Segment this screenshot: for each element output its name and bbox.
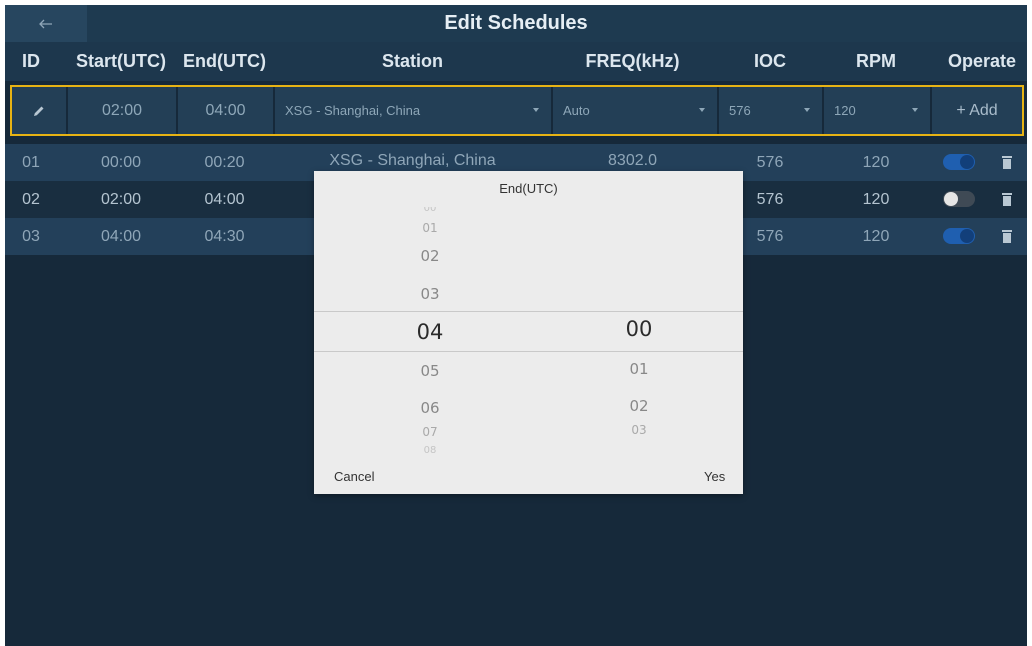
row-start: 04:00 xyxy=(100,228,142,245)
row-end: 04:00 xyxy=(204,191,245,208)
header-operate: Operate xyxy=(947,51,1017,71)
hour-option[interactable]: 01 xyxy=(400,221,460,235)
row-id: 01 xyxy=(22,154,40,171)
chevron-down-icon xyxy=(912,108,918,112)
dialog-title: End(UTC) xyxy=(314,171,743,207)
chevron-down-icon xyxy=(533,108,539,112)
freq-value: Auto xyxy=(563,103,590,118)
row-rpm: 120 xyxy=(862,191,890,208)
back-button[interactable] xyxy=(5,5,87,42)
rpm-dropdown[interactable]: 120 xyxy=(824,87,930,134)
end-time-input[interactable]: 04:00 xyxy=(178,87,273,134)
hour-option[interactable]: 08 xyxy=(400,445,460,456)
row-start: 00:00 xyxy=(100,154,142,171)
title-bar: Edit Schedules xyxy=(5,5,1027,42)
header-rpm: RPM xyxy=(856,51,896,71)
yes-button[interactable]: Yes xyxy=(704,469,725,484)
enable-toggle[interactable] xyxy=(943,228,975,244)
table-header: ID Start(UTC) End(UTC) Station FREQ(kHz)… xyxy=(5,42,1027,81)
minute-option[interactable]: 03 xyxy=(609,423,669,437)
header-end: End(UTC) xyxy=(183,51,266,71)
chevron-down-icon xyxy=(804,108,810,112)
hour-option[interactable]: 03 xyxy=(400,285,460,303)
selected-minute[interactable]: 00 xyxy=(609,317,669,341)
ioc-dropdown[interactable]: 576 xyxy=(719,87,822,134)
time-picker[interactable]: 00 01 02 03 04 05 06 07 08 00 01 02 03 xyxy=(314,207,743,459)
time-picker-dialog: End(UTC) 00 01 02 03 04 05 06 07 08 00 0… xyxy=(314,171,743,494)
rpm-value: 120 xyxy=(834,103,856,118)
header-freq: FREQ(kHz) xyxy=(585,51,680,71)
minute-option[interactable]: 02 xyxy=(609,397,669,415)
cancel-button[interactable]: Cancel xyxy=(334,469,374,484)
freq-dropdown[interactable]: Auto xyxy=(553,87,717,134)
row-id: 03 xyxy=(22,228,40,245)
edit-cell xyxy=(12,87,66,134)
row-end: 04:30 xyxy=(204,228,245,245)
add-schedule-row: 02:00 04:00 XSG - Shanghai, China Auto 5… xyxy=(10,85,1024,136)
header-start: Start(UTC) xyxy=(76,51,166,71)
delete-icon[interactable] xyxy=(1002,229,1012,243)
picker-divider xyxy=(314,351,743,352)
hour-option[interactable]: 00 xyxy=(400,207,460,214)
hour-option[interactable]: 06 xyxy=(400,399,460,417)
station-dropdown[interactable]: XSG - Shanghai, China xyxy=(275,87,551,134)
row-end: 00:20 xyxy=(204,154,245,171)
page-title: Edit Schedules xyxy=(444,12,588,34)
station-value: XSG - Shanghai, China xyxy=(285,103,421,118)
add-button[interactable]: + Add xyxy=(932,87,1022,134)
delete-icon[interactable] xyxy=(1002,192,1012,206)
hour-option[interactable]: 07 xyxy=(400,425,460,439)
row-rpm: 120 xyxy=(862,154,890,171)
schedule-screen: Edit Schedules ID Start(UTC) End(UTC) St… xyxy=(5,5,1027,646)
delete-icon[interactable] xyxy=(1002,155,1012,169)
row-id: 02 xyxy=(22,191,40,208)
enable-toggle[interactable] xyxy=(943,154,975,170)
back-arrow-icon xyxy=(39,19,52,28)
ioc-value: 576 xyxy=(729,103,751,118)
minute-option[interactable]: 01 xyxy=(609,360,669,378)
header-ioc: IOC xyxy=(753,51,786,71)
start-time-input[interactable]: 02:00 xyxy=(68,87,176,134)
row-start: 02:00 xyxy=(100,191,142,208)
header-station: Station xyxy=(382,51,443,71)
pencil-icon xyxy=(34,106,44,116)
row-rpm: 120 xyxy=(862,228,890,245)
hour-option[interactable]: 02 xyxy=(400,247,460,265)
enable-toggle[interactable] xyxy=(943,191,975,207)
hour-option[interactable]: 05 xyxy=(400,362,460,380)
header-id: ID xyxy=(22,51,40,71)
selected-hour[interactable]: 04 xyxy=(400,320,460,344)
chevron-down-icon xyxy=(699,108,705,112)
picker-divider xyxy=(314,311,743,312)
